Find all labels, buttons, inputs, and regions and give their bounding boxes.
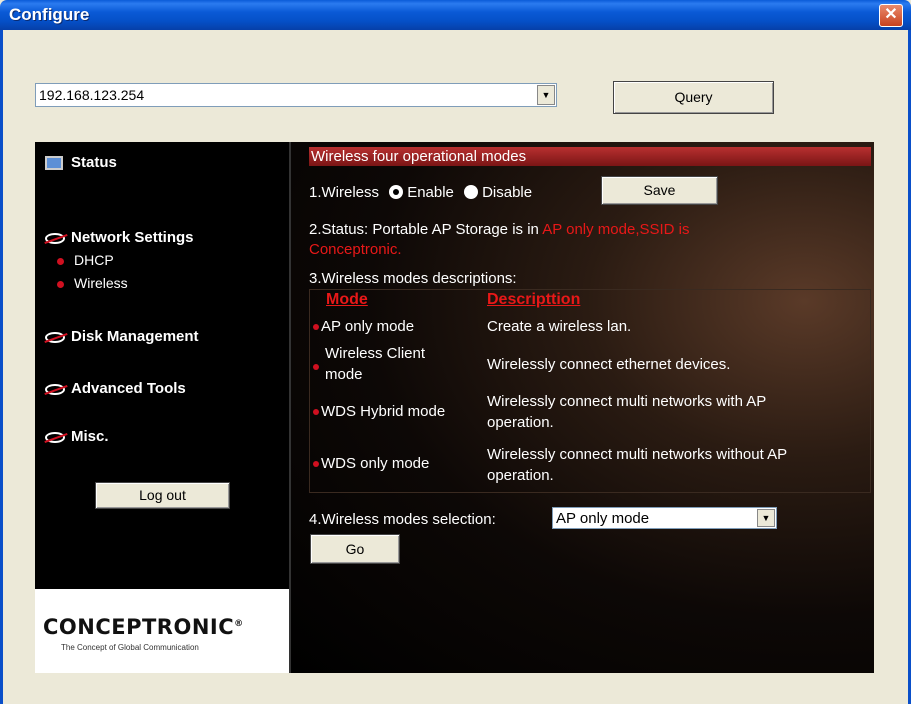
eye-icon [45, 331, 65, 343]
table-row-mode: AP only mode [313, 318, 414, 335]
title-bar: Configure ✕ [0, 0, 911, 30]
col-header-description: Descripttion [487, 291, 581, 308]
bullet-icon [57, 257, 64, 265]
sidebar-item-wireless[interactable]: Wireless [57, 275, 128, 291]
radio-selected-icon [389, 185, 404, 199]
close-button[interactable]: ✕ [879, 4, 903, 27]
status-mode: AP only mode,SSID is [542, 221, 690, 238]
address-value: 192.168.123.254 [39, 87, 145, 103]
table-row-description: Wirelessly connect ethernet devices. [487, 356, 731, 373]
status-ssid: Conceptronic. [309, 241, 402, 258]
eye-icon [45, 383, 65, 395]
sidebar-item-dhcp[interactable]: DHCP [57, 252, 114, 268]
query-button[interactable]: Query [613, 81, 774, 114]
bullet-icon [313, 409, 319, 416]
bullet-icon [313, 364, 319, 370]
go-button[interactable]: Go [310, 534, 400, 564]
status-line: 2.Status: Portable AP Storage is in AP o… [309, 221, 690, 238]
save-button[interactable]: Save [601, 176, 718, 205]
sidebar-item-network-settings[interactable]: Network Settings [45, 229, 194, 246]
wireless-label: 1.Wireless [309, 184, 380, 201]
table-row-mode: WDS Hybrid mode [313, 403, 445, 420]
window-border-left [0, 30, 3, 704]
table-row-description: Wirelessly connect multi networks with A… [487, 393, 767, 410]
mode-select[interactable]: AP only mode ▼ [552, 507, 777, 529]
section-banner: Wireless four operational modes [309, 147, 871, 166]
monitor-icon [45, 156, 63, 171]
wireless-toggle-row: 1.Wireless Enable Disable [309, 184, 532, 201]
selection-label: 4.Wireless modes selection: [309, 511, 496, 528]
sidebar-item-disk-management[interactable]: Disk Management [45, 328, 199, 345]
descriptions-title: 3.Wireless modes descriptions: [309, 270, 517, 287]
main-panel: Status Network Settings DHCP Wireless Di… [35, 142, 874, 673]
brand-tagline: The Concept of Global Communication [61, 643, 199, 652]
enable-radio[interactable]: Enable [389, 184, 454, 201]
chevron-down-icon[interactable]: ▼ [757, 509, 775, 527]
table-row-mode: WDS only mode [313, 455, 429, 472]
col-header-mode: Mode [326, 291, 368, 308]
brand-logo-area: CONCEPTRONIC® The Concept of Global Comm… [35, 589, 289, 673]
address-combo[interactable]: 192.168.123.254 ▼ [35, 83, 557, 107]
brand-logo: CONCEPTRONIC® [43, 615, 244, 639]
table-row-mode: mode [325, 366, 363, 383]
wireless-content: Wireless four operational modes 1.Wirele… [291, 142, 874, 673]
table-row-description: Wirelessly connect multi networks withou… [487, 446, 788, 463]
mode-select-value: AP only mode [556, 510, 650, 527]
sidebar: Status Network Settings DHCP Wireless Di… [35, 142, 289, 673]
bullet-icon [313, 324, 319, 331]
bullet-icon [313, 461, 319, 468]
sidebar-item-advanced-tools[interactable]: Advanced Tools [45, 380, 186, 397]
logout-button[interactable]: Log out [95, 482, 230, 509]
table-row-description: operation. [487, 467, 554, 484]
radio-unselected-icon [464, 185, 479, 199]
eye-icon [45, 431, 65, 443]
eye-icon [45, 232, 65, 244]
sidebar-item-status[interactable]: Status [45, 154, 117, 171]
table-row-mode: Wireless Client [325, 345, 426, 362]
bullet-icon [57, 280, 64, 288]
window-title: Configure [9, 5, 90, 24]
table-row-description: operation. [487, 414, 554, 431]
table-row-description: Create a wireless lan. [487, 318, 632, 335]
chevron-down-icon[interactable]: ▼ [537, 85, 555, 105]
disable-radio[interactable]: Disable [464, 184, 532, 201]
sidebar-item-misc[interactable]: Misc. [45, 428, 109, 445]
